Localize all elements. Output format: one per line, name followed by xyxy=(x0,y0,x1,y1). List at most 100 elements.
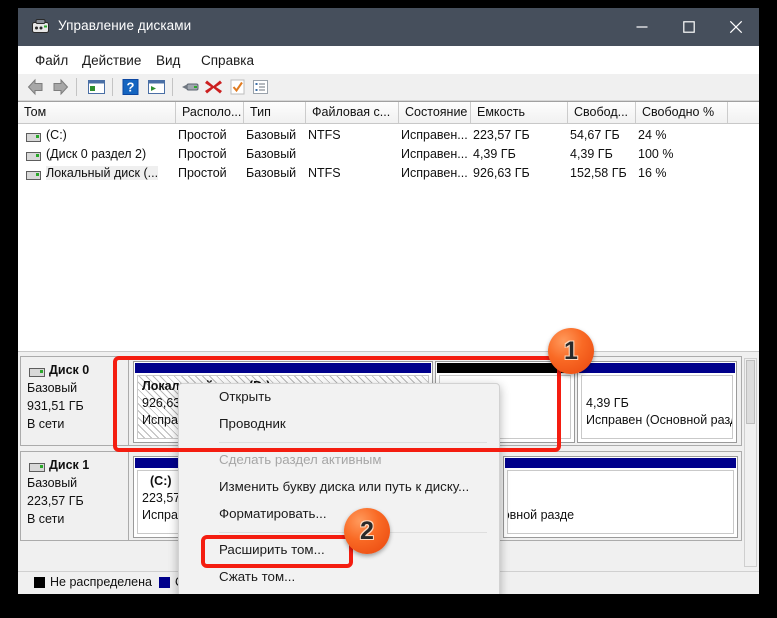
properties-icon[interactable] xyxy=(86,77,107,97)
toolbar: ? xyxy=(18,74,759,101)
column-header-free-pct[interactable]: Свободно % xyxy=(636,102,728,123)
cell-free-pct: 16 % xyxy=(638,166,667,180)
partition-c-continued[interactable]: дамп памяти, Основной разде xyxy=(503,456,738,538)
menu-item-change-drive-letter[interactable]: Изменить букву диска или путь к диску... xyxy=(179,474,499,501)
table-row[interactable]: (C:) Простой Базовый NTFS Исправен... 22… xyxy=(18,126,759,146)
partition-status: дамп памяти, Основной разде xyxy=(508,508,575,522)
back-arrow-icon[interactable] xyxy=(26,77,47,97)
highlight-box-partition xyxy=(113,356,561,452)
disk-state: В сети xyxy=(27,512,65,526)
title-bar: Управление дисками xyxy=(18,8,759,46)
help-icon[interactable]: ? xyxy=(120,77,141,97)
volume-icon xyxy=(26,133,41,142)
list-icon[interactable] xyxy=(250,77,271,97)
volume-icon xyxy=(26,171,41,180)
column-header-fs[interactable]: Файловая с... xyxy=(306,102,399,123)
table-row[interactable]: (Диск 0 раздел 2) Простой Базовый Исправ… xyxy=(18,145,759,165)
menu-item-format[interactable]: Форматировать... xyxy=(179,501,499,528)
legend-swatch-primary xyxy=(159,577,170,588)
disk-management-window: Управление дисками Файл Действие Вид Спр… xyxy=(18,8,759,594)
cell-fs: NTFS xyxy=(308,128,341,142)
scrollbar-thumb[interactable] xyxy=(746,360,755,424)
cell-type: Базовый xyxy=(246,128,297,142)
disk-type: Базовый xyxy=(27,476,78,490)
disk-icon xyxy=(29,368,45,377)
cell-layout: Простой xyxy=(178,166,227,180)
volume-list-header: Том Располо... Тип Файловая с... Состоян… xyxy=(18,102,759,124)
menu-bar: Файл Действие Вид Справка xyxy=(18,46,759,74)
cell-status: Исправен... xyxy=(401,128,468,142)
menu-item-view[interactable]: Вид xyxy=(151,51,185,70)
disk-info-1: Диск 1 Базовый 223,57 ГБ В сети xyxy=(21,452,129,540)
legend-swatch-unallocated xyxy=(34,577,45,588)
cell-free: 54,67 ГБ xyxy=(570,128,620,142)
disk-size: 223,57 ГБ xyxy=(27,494,84,508)
toolbar-separator-1 xyxy=(76,78,77,96)
cell-type: Базовый xyxy=(246,166,297,180)
partition-recovery[interactable]: 4,39 ГБ Исправен (Основной раздел) xyxy=(577,361,737,443)
partition-body: 4,39 ГБ Исправен (Основной раздел) xyxy=(581,375,733,439)
screenshot-root: Управление дисками Файл Действие Вид Спр… xyxy=(0,0,777,618)
cell-layout: Простой xyxy=(178,147,227,161)
toolbar-separator-3 xyxy=(172,78,173,96)
cell-volume: (C:) xyxy=(46,128,67,142)
partition-status: Исправен (Основной раздел) xyxy=(586,413,732,427)
disk-state: В сети xyxy=(27,417,65,431)
window-title: Управление дисками xyxy=(58,18,192,33)
disk-type: Базовый xyxy=(27,381,78,395)
disk-size: 931,51 ГБ xyxy=(27,399,84,413)
highlight-box-extend-volume xyxy=(201,535,353,568)
partition-size: 4,39 ГБ xyxy=(586,396,629,410)
cell-fs: NTFS xyxy=(308,166,341,180)
column-header-volume[interactable]: Том xyxy=(18,102,176,123)
delete-icon[interactable] xyxy=(203,77,224,97)
menu-item-add-mirror: Добавить зеркало... xyxy=(179,591,499,594)
disk-name: Диск 1 xyxy=(49,458,90,472)
close-button[interactable] xyxy=(712,8,759,46)
legend-label-unallocated: Не распределена xyxy=(50,575,152,589)
rescan-disks-icon[interactable] xyxy=(180,77,201,97)
forward-arrow-icon[interactable] xyxy=(49,77,70,97)
partition-title: (C:) xyxy=(150,474,172,488)
cell-capacity: 926,63 ГБ xyxy=(473,166,530,180)
partition-bar xyxy=(579,363,735,373)
cell-type: Базовый xyxy=(246,147,297,161)
disk-name: Диск 0 xyxy=(49,363,90,377)
menu-item-action[interactable]: Действие xyxy=(77,51,146,70)
column-header-filler xyxy=(728,102,759,123)
cell-free-pct: 24 % xyxy=(638,128,667,142)
column-header-status[interactable]: Состояние xyxy=(399,102,471,123)
toolbar-separator-2 xyxy=(112,78,113,96)
step-badge-1: 1 xyxy=(548,328,594,374)
column-header-capacity[interactable]: Емкость xyxy=(471,102,568,123)
cell-status: Исправен... xyxy=(401,166,468,180)
cell-capacity: 4,39 ГБ xyxy=(473,147,516,161)
checklist-icon[interactable] xyxy=(227,77,248,97)
minimize-button[interactable] xyxy=(618,8,665,46)
volume-list-pane: Том Располо... Тип Файловая с... Состоян… xyxy=(18,101,759,352)
disk-management-icon xyxy=(32,19,49,33)
column-header-free[interactable]: Свобод... xyxy=(568,102,636,123)
table-row[interactable]: Локальный диск (... Простой Базовый NTFS… xyxy=(18,164,759,184)
graphic-pane-scrollbar[interactable] xyxy=(744,358,757,567)
step-badge-2: 2 xyxy=(344,508,390,554)
cell-layout: Простой xyxy=(178,128,227,142)
menu-item-file[interactable]: Файл xyxy=(30,51,73,70)
cell-free: 152,58 ГБ xyxy=(570,166,627,180)
menu-item-help[interactable]: Справка xyxy=(196,51,259,70)
partition-bar xyxy=(505,458,736,468)
cell-free: 4,39 ГБ xyxy=(570,147,613,161)
cell-status: Исправен... xyxy=(401,147,468,161)
column-header-layout[interactable]: Располо... xyxy=(176,102,244,123)
menu-item-shrink-volume[interactable]: Сжать том... xyxy=(179,564,499,591)
volume-icon xyxy=(26,152,41,161)
maximize-button[interactable] xyxy=(665,8,712,46)
svg-text:?: ? xyxy=(127,80,135,95)
column-header-type[interactable]: Тип xyxy=(244,102,306,123)
cell-volume: (Диск 0 раздел 2) xyxy=(46,147,147,161)
disk-icon xyxy=(29,463,45,472)
cell-capacity: 223,57 ГБ xyxy=(473,128,530,142)
cell-volume: Локальный диск (... xyxy=(46,166,159,180)
partition-body: дамп памяти, Основной разде xyxy=(507,470,734,534)
console-icon[interactable] xyxy=(146,77,167,97)
